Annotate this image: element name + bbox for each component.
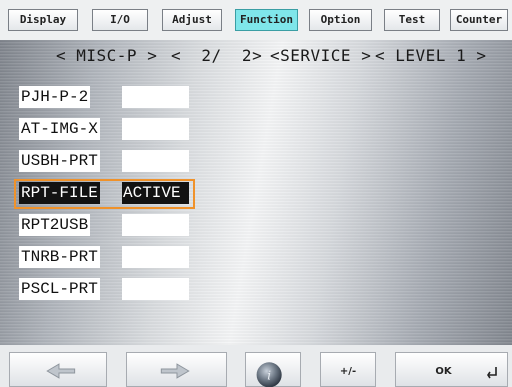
setting-value[interactable] xyxy=(122,278,189,300)
next-button[interactable] xyxy=(126,352,227,387)
setting-value[interactable] xyxy=(122,246,189,268)
setting-label: PJH-P-2 xyxy=(19,86,91,108)
svg-text:i: i xyxy=(267,368,271,383)
enter-icon xyxy=(487,367,497,379)
setting-label: USBH-PRT xyxy=(19,150,100,172)
service-panel: Display I/O Adjust Function Option Test … xyxy=(0,0,512,387)
tab-display[interactable]: Display xyxy=(8,9,78,31)
right-arrow-icon xyxy=(160,363,190,379)
setting-value[interactable] xyxy=(122,150,189,172)
tab-test[interactable]: Test xyxy=(384,9,440,31)
navigation-bar: < MISC-P > < 2/ 2> <SERVICE > < LEVEL 1 … xyxy=(0,43,512,68)
info-icon: i xyxy=(256,362,282,387)
selection-frame xyxy=(14,179,195,209)
setting-row-tnrb-prt[interactable]: TNRB-PRT xyxy=(0,244,512,268)
bottom-button-bar: i +/- OK xyxy=(0,345,512,387)
tab-bar: Display I/O Adjust Function Option Test … xyxy=(0,0,512,40)
tab-option[interactable]: Option xyxy=(309,9,372,31)
left-arrow-icon xyxy=(46,363,76,379)
setting-label: AT-IMG-X xyxy=(19,118,100,140)
setting-row-at-img-x[interactable]: AT-IMG-X xyxy=(0,116,512,140)
setting-label: PSCL-PRT xyxy=(19,278,100,300)
previous-button[interactable] xyxy=(9,352,107,387)
plus-minus-label: +/- xyxy=(339,366,357,377)
tab-io[interactable]: I/O xyxy=(92,9,148,31)
info-button[interactable]: i xyxy=(245,352,301,387)
setting-row-rpt2usb[interactable]: RPT2USB xyxy=(0,212,512,236)
tab-adjust[interactable]: Adjust xyxy=(162,9,222,31)
setting-label: RPT2USB xyxy=(19,214,91,236)
setting-row-pscl-prt[interactable]: PSCL-PRT xyxy=(0,276,512,300)
level-selector[interactable]: < LEVEL 1 > xyxy=(375,46,486,65)
plus-minus-button[interactable]: +/- xyxy=(320,352,376,387)
ok-label: OK xyxy=(435,366,452,377)
setting-row-pjh-p-2[interactable]: PJH-P-2 xyxy=(0,84,512,108)
setting-value[interactable] xyxy=(122,118,189,140)
setting-row-usbh-prt[interactable]: USBH-PRT xyxy=(0,148,512,172)
tab-function[interactable]: Function xyxy=(235,9,298,31)
setting-label: TNRB-PRT xyxy=(19,246,100,268)
page-indicator[interactable]: < 2/ 2> xyxy=(171,46,262,65)
ok-button[interactable]: OK xyxy=(395,352,508,387)
setting-value[interactable] xyxy=(122,86,189,108)
setting-value[interactable] xyxy=(122,214,189,236)
mode-selector[interactable]: <SERVICE > xyxy=(270,46,371,65)
menu-selector[interactable]: < MISC-P > xyxy=(56,46,157,65)
tab-counter[interactable]: Counter xyxy=(450,9,508,31)
